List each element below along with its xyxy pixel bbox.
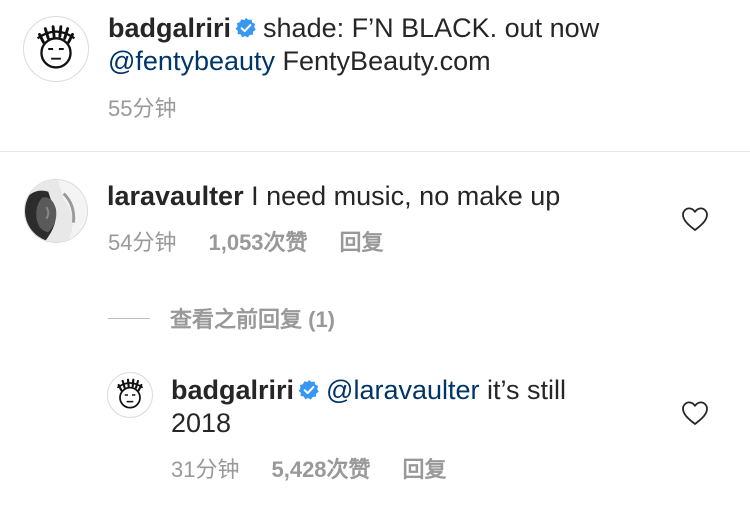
heart-outline-icon bbox=[682, 401, 708, 425]
post-author-username[interactable]: badgalriri bbox=[108, 13, 231, 43]
doodle-face-avatar-image bbox=[116, 378, 144, 409]
comment-timestamp: 54分钟 bbox=[108, 230, 177, 255]
verified-badge-icon bbox=[235, 17, 257, 39]
reply-body: badgalriri @laravaulter it’s still bbox=[171, 374, 566, 407]
comment-meta: 54分钟 1,053次赞 回复 bbox=[108, 230, 384, 256]
view-previous-replies-label: 查看之前回复 (1) bbox=[170, 307, 336, 332]
reply-like-button[interactable] bbox=[681, 400, 709, 426]
commenter-photo-image bbox=[25, 180, 87, 242]
post-timestamp: 55分钟 bbox=[108, 96, 177, 121]
reply-timestamp: 31分钟 bbox=[171, 457, 240, 482]
reply-reply-button[interactable]: 回复 bbox=[403, 457, 447, 482]
post-caption-text: shade: F’N BLACK. out now bbox=[263, 13, 600, 43]
verified-badge-icon bbox=[298, 379, 320, 401]
reply-author-username[interactable]: badgalriri bbox=[171, 375, 294, 405]
comment-text: I need music, no make up bbox=[251, 181, 561, 211]
reply-body-line-2: 2018 bbox=[171, 408, 232, 438]
comment-body: laravaulter I need music, no make up bbox=[107, 180, 560, 213]
caption-mention-link[interactable]: @fentybeauty bbox=[108, 46, 275, 76]
comments-page: badgalriri shade: F’N BLACK. out now @fen… bbox=[0, 0, 750, 519]
reply-likes-count[interactable]: 5,428次赞 bbox=[271, 457, 370, 482]
replies-dash-line bbox=[108, 317, 150, 319]
caption-website-text: FentyBeauty.com bbox=[282, 46, 491, 76]
reply-mention-link[interactable]: @laravaulter bbox=[326, 375, 479, 405]
comment-likes-count[interactable]: 1,053次赞 bbox=[208, 230, 307, 255]
doodle-face-avatar-image bbox=[36, 25, 76, 69]
heart-outline-icon bbox=[682, 207, 708, 231]
reply-meta: 31分钟 5,428次赞 回复 bbox=[171, 457, 447, 483]
comment-reply-button[interactable]: 回复 bbox=[340, 230, 384, 255]
post-caption: badgalriri shade: F’N BLACK. out now bbox=[108, 12, 599, 45]
commenter-avatar[interactable] bbox=[24, 179, 88, 243]
reply-text-line-1: it’s still bbox=[487, 375, 567, 405]
post-caption-line-2: @fentybeauty FentyBeauty.com bbox=[108, 45, 491, 78]
section-divider bbox=[0, 151, 750, 152]
commenter-username[interactable]: laravaulter bbox=[107, 181, 244, 211]
post-author-avatar[interactable] bbox=[23, 16, 89, 82]
reply-author-avatar[interactable] bbox=[107, 372, 153, 418]
comment-like-button[interactable] bbox=[681, 206, 709, 232]
view-previous-replies-button[interactable]: 查看之前回复 (1) bbox=[108, 303, 335, 333]
